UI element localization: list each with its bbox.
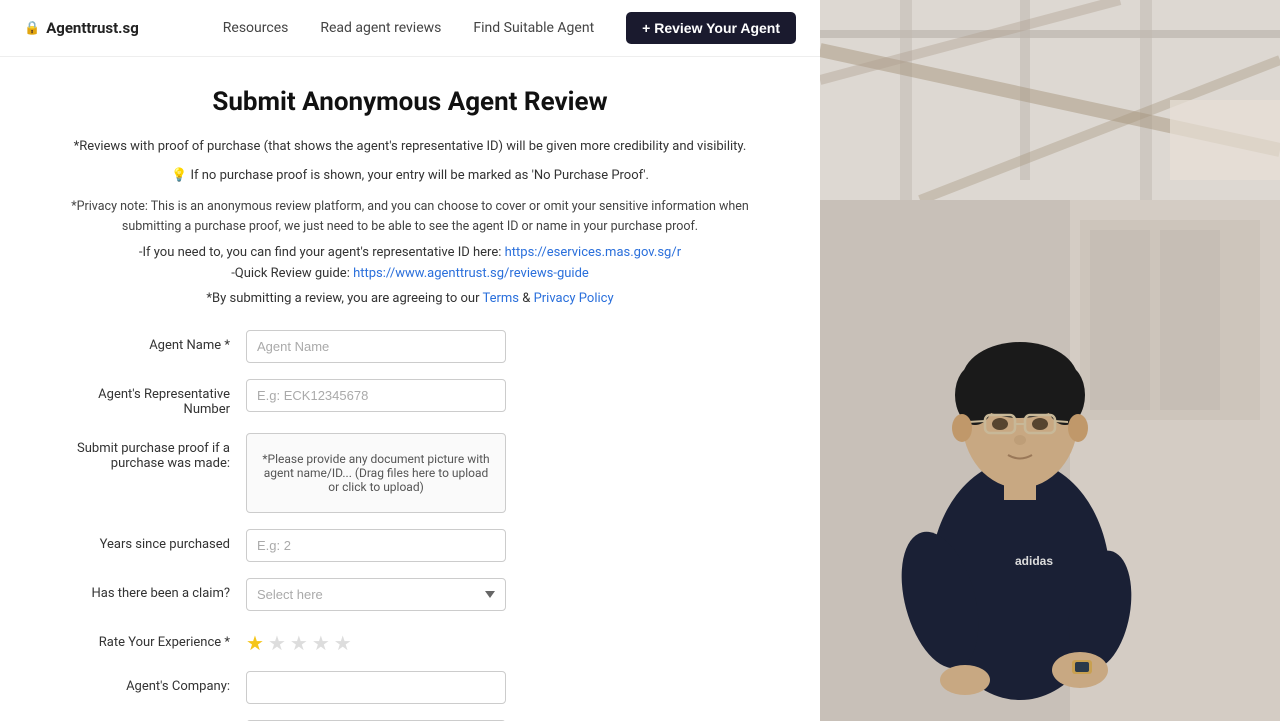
rating-label: Rate Your Experience * (60, 627, 230, 650)
webcam-image: adidas (820, 0, 1280, 721)
purchase-proof-row: Submit purchase proof if a purchase was … (60, 433, 760, 513)
rep-number-row: Agent's Representative Number (60, 379, 760, 417)
right-panel: adidas (820, 0, 1280, 721)
info-privacy: *Privacy note: This is an anonymous revi… (60, 197, 760, 237)
agent-name-input[interactable] (246, 330, 506, 363)
claim-select[interactable]: Select here Yes No (246, 578, 506, 611)
terms-row: *By submitting a review, you are agreein… (60, 291, 760, 306)
terms-link[interactable]: Terms (482, 291, 519, 306)
main-content: Submit Anonymous Agent Review *Reviews w… (0, 57, 820, 721)
upload-text: *Please provide any document picture wit… (259, 452, 493, 494)
nav-read-reviews[interactable]: Read agent reviews (320, 20, 441, 36)
rep-number-label: Agent's Representative Number (60, 379, 230, 417)
info-guide: -Quick Review guide: https://www.agenttr… (60, 266, 760, 281)
svg-text:adidas: adidas (1015, 554, 1053, 568)
claim-row: Has there been a claim? Select here Yes … (60, 578, 760, 611)
star-1[interactable]: ★ (246, 631, 264, 655)
webcam-svg: adidas (820, 0, 1280, 721)
nav-resources[interactable]: Resources (223, 20, 289, 36)
privacy-policy-link[interactable]: Privacy Policy (534, 291, 614, 306)
nav-find-agent[interactable]: Find Suitable Agent (473, 20, 594, 36)
star-2[interactable]: ★ (268, 631, 286, 655)
company-input[interactable] (246, 671, 506, 704)
lock-icon: 🔒 (24, 21, 40, 36)
logo[interactable]: 🔒 Agenttrust.sg (24, 19, 139, 37)
rep-number-input[interactable] (246, 379, 506, 412)
upload-area[interactable]: *Please provide any document picture wit… (246, 433, 506, 513)
claim-label: Has there been a claim? (60, 578, 230, 601)
agent-name-label: Agent Name * (60, 330, 230, 353)
info-credibility: *Reviews with proof of purchase (that sh… (60, 137, 760, 158)
years-input[interactable] (246, 529, 506, 562)
lightbulb-icon: 💡 (171, 168, 187, 183)
page-title: Submit Anonymous Agent Review (60, 87, 760, 117)
review-agent-button[interactable]: + Review Your Agent (626, 12, 796, 44)
star-4[interactable]: ★ (312, 631, 330, 655)
info-no-proof: 💡 If no purchase proof is shown, your en… (60, 166, 760, 187)
rating-row: Rate Your Experience * ★ ★ ★ ★ ★ (60, 627, 760, 655)
company-label: Agent's Company: (60, 671, 230, 694)
company-row: Agent's Company: (60, 671, 760, 704)
years-label: Years since purchased (60, 529, 230, 552)
info-rep-id: -If you need to, you can find your agent… (60, 245, 760, 260)
logo-text: Agenttrust.sg (46, 19, 139, 37)
years-row: Years since purchased (60, 529, 760, 562)
navbar: 🔒 Agenttrust.sg Resources Read agent rev… (0, 0, 820, 57)
star-5[interactable]: ★ (334, 631, 352, 655)
star-3[interactable]: ★ (290, 631, 308, 655)
guide-link[interactable]: https://www.agenttrust.sg/reviews-guide (353, 266, 589, 281)
agent-name-row: Agent Name * (60, 330, 760, 363)
purchase-proof-label: Submit purchase proof if a purchase was … (60, 433, 230, 471)
review-form: Agent Name * Agent's Representative Numb… (60, 330, 760, 721)
left-panel: 🔒 Agenttrust.sg Resources Read agent rev… (0, 0, 820, 721)
stars-container: ★ ★ ★ ★ ★ (246, 627, 352, 655)
mas-link[interactable]: https://eservices.mas.gov.sg/r (505, 245, 682, 260)
